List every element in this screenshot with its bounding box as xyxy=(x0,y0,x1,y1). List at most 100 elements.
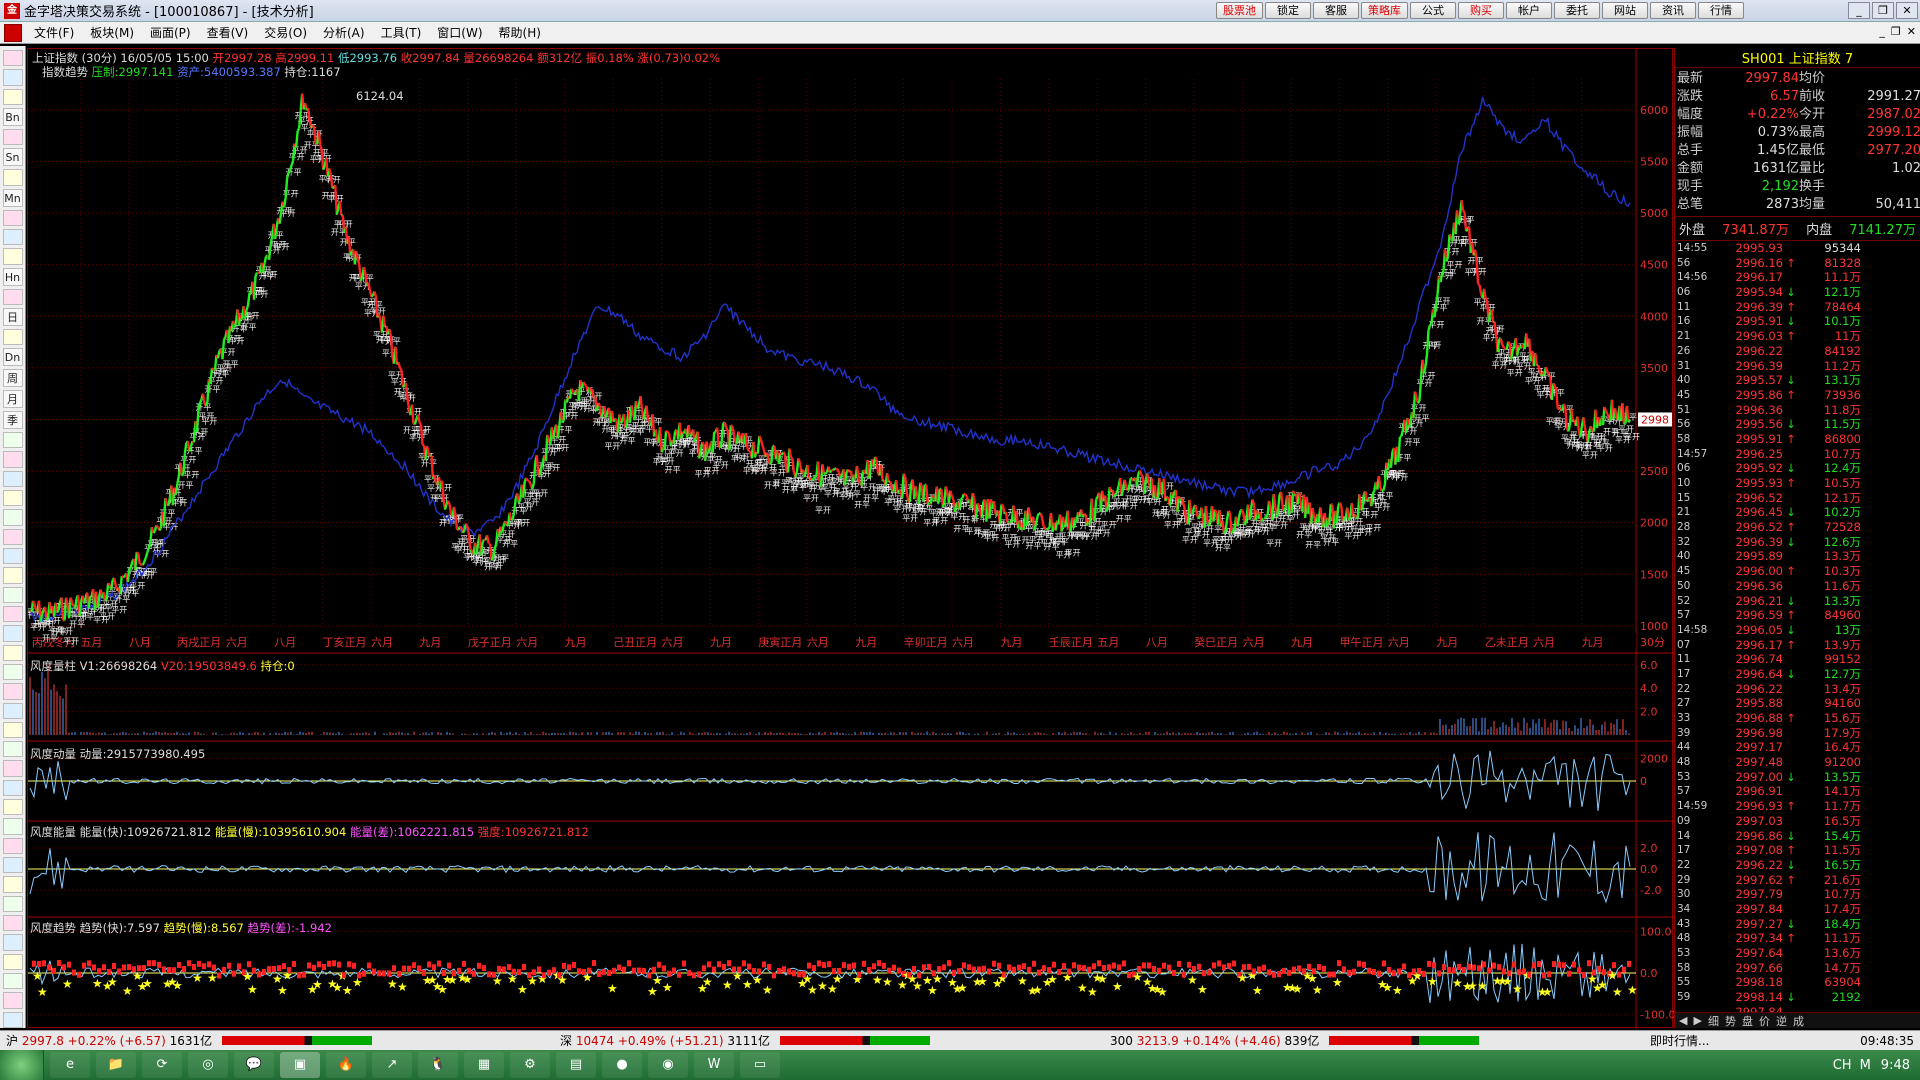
quote-tab-0[interactable]: ◀ xyxy=(1679,1014,1687,1027)
minimize-button[interactable]: _ xyxy=(1848,2,1870,19)
menu-item-2[interactable]: 画面(P) xyxy=(142,24,199,41)
taskbar-app-8[interactable]: 🐧 xyxy=(418,1052,458,1078)
tool-icon-10[interactable] xyxy=(2,248,23,265)
quote-tab-7[interactable]: 成 xyxy=(1793,1013,1804,1029)
tool-icon-43[interactable] xyxy=(2,895,23,912)
menu-item-5[interactable]: 分析(A) xyxy=(315,24,373,41)
tool-icon-35[interactable] xyxy=(2,741,23,758)
menu-item-7[interactable]: 窗口(W) xyxy=(429,24,490,41)
status-hs300[interactable]: 300 3213.9 +0.14% (+4.46) 839亿 xyxy=(1110,1032,1650,1049)
quote-tab-5[interactable]: 价 xyxy=(1759,1013,1770,1029)
tool-icon-44[interactable] xyxy=(2,914,23,932)
taskbar-app-15[interactable]: ▭ xyxy=(740,1052,780,1078)
tool-icon-8[interactable] xyxy=(2,209,23,226)
taskbar-app-14[interactable]: W xyxy=(694,1052,734,1078)
tool-icon-37[interactable] xyxy=(2,779,23,797)
tool-icon-24[interactable] xyxy=(2,528,23,545)
start-button[interactable] xyxy=(0,1050,44,1080)
tool-icon-28[interactable] xyxy=(2,605,23,623)
period-button-0[interactable]: Bn xyxy=(2,107,23,126)
tool-icon-23[interactable] xyxy=(2,509,23,526)
tool-icon-26[interactable] xyxy=(2,567,23,584)
taskbar-app-1[interactable]: 📁 xyxy=(96,1052,136,1078)
tool-icon-45[interactable] xyxy=(2,934,23,951)
tool-icon-32[interactable] xyxy=(2,683,23,700)
tool-icon-20[interactable] xyxy=(2,451,23,468)
tool-icon-36[interactable] xyxy=(2,760,23,777)
tool-icon-41[interactable] xyxy=(2,857,23,874)
menu-item-6[interactable]: 工具(T) xyxy=(373,24,430,41)
toolbar-button-5[interactable]: 购买 xyxy=(1458,2,1504,19)
taskbar-app-7[interactable]: ↗ xyxy=(372,1052,412,1078)
menu-item-1[interactable]: 板块(M) xyxy=(82,24,142,41)
taskbar-app-3[interactable]: ◎ xyxy=(188,1052,228,1078)
tool-icon-0[interactable] xyxy=(2,50,23,67)
tool-icon-42[interactable] xyxy=(2,876,23,893)
quote-tab-3[interactable]: 势 xyxy=(1725,1013,1736,1029)
period-button-5[interactable]: Dn xyxy=(2,348,23,367)
tool-icon-48[interactable] xyxy=(2,992,23,1009)
tool-icon-9[interactable] xyxy=(2,228,23,246)
toolbar-button-4[interactable]: 公式 xyxy=(1410,2,1456,19)
tool-icon-47[interactable] xyxy=(2,972,23,990)
tool-icon-39[interactable] xyxy=(2,818,23,835)
tool-icon-25[interactable] xyxy=(2,548,23,565)
toolbar-button-6[interactable]: 帐户 xyxy=(1506,2,1552,19)
tool-icon-38[interactable] xyxy=(2,799,23,816)
tool-icon-4[interactable] xyxy=(2,128,23,146)
tool-icon-34[interactable] xyxy=(2,721,23,739)
mdi-close-button[interactable]: ✕ xyxy=(1907,25,1916,38)
tool-icon-22[interactable] xyxy=(2,490,23,507)
tool-icon-12[interactable] xyxy=(2,288,23,305)
taskbar-app-6[interactable]: 🔥 xyxy=(326,1052,366,1078)
toolbar-button-0[interactable]: 股票池 xyxy=(1216,2,1263,19)
quote-tab-4[interactable]: 盘 xyxy=(1742,1013,1753,1029)
quote-tab-2[interactable]: 细 xyxy=(1708,1013,1719,1029)
status-right-text[interactable]: 即时行情... xyxy=(1650,1032,1760,1049)
tool-icon-21[interactable] xyxy=(2,470,23,488)
taskbar-app-9[interactable]: ▦ xyxy=(464,1052,504,1078)
tool-icon-40[interactable] xyxy=(2,837,23,854)
toolbar-button-10[interactable]: 行情 xyxy=(1698,2,1744,19)
status-sh[interactable]: 沪 2997.8 +0.22% (+6.57) 1631亿 xyxy=(0,1032,560,1049)
mdi-restore-button[interactable]: ❐ xyxy=(1891,25,1901,38)
taskbar-app-2[interactable]: ⟳ xyxy=(142,1052,182,1078)
tool-icon-29[interactable] xyxy=(2,625,23,642)
tool-icon-1[interactable] xyxy=(2,69,23,86)
tool-icon-6[interactable] xyxy=(2,169,23,186)
toolbar-button-1[interactable]: 锁定 xyxy=(1265,2,1311,19)
taskbar-app-10[interactable]: ⚙ xyxy=(510,1052,550,1078)
toolbar-button-9[interactable]: 资讯 xyxy=(1650,2,1696,19)
tool-icon-14[interactable] xyxy=(2,328,23,346)
tool-icon-30[interactable] xyxy=(2,644,23,661)
period-button-7[interactable]: 月 xyxy=(2,390,23,409)
period-button-2[interactable]: Mn xyxy=(2,188,23,207)
tool-icon-2[interactable] xyxy=(2,88,23,105)
tick-list[interactable]: 14:55 2995.93 95344 56 2996.16 ↑ 81328 14:56 299… xyxy=(1675,241,1920,1019)
menu-item-8[interactable]: 帮助(H) xyxy=(491,24,549,41)
period-button-4[interactable]: 日 xyxy=(2,307,23,326)
toolbar-button-2[interactable]: 客服 xyxy=(1313,2,1359,19)
mdi-minimize-button[interactable]: _ xyxy=(1879,25,1885,38)
period-button-3[interactable]: Hn xyxy=(2,267,23,286)
chart-area[interactable]: 1000150020002500300035004000450050005500… xyxy=(27,48,1674,1029)
period-button-8[interactable]: 季 xyxy=(2,411,23,430)
tool-icon-31[interactable] xyxy=(2,663,23,681)
tool-icon-49[interactable] xyxy=(2,1011,23,1028)
tool-icon-46[interactable] xyxy=(2,953,23,970)
close-button[interactable]: ✕ xyxy=(1896,2,1918,19)
period-button-1[interactable]: Sn xyxy=(2,148,23,167)
menu-item-4[interactable]: 交易(O) xyxy=(256,24,315,41)
tool-icon-33[interactable] xyxy=(2,702,23,719)
period-button-6[interactable]: 周 xyxy=(2,369,23,388)
menu-item-3[interactable]: 查看(V) xyxy=(199,24,257,41)
taskbar-app-5[interactable]: ▣ xyxy=(280,1052,320,1078)
menu-item-0[interactable]: 文件(F) xyxy=(26,24,82,41)
tool-icon-19[interactable] xyxy=(2,432,23,449)
taskbar-app-11[interactable]: ▤ xyxy=(556,1052,596,1078)
tool-icon-27[interactable] xyxy=(2,586,23,603)
taskbar-app-0[interactable]: e xyxy=(50,1052,90,1078)
toolbar-button-3[interactable]: 策略库 xyxy=(1361,2,1408,19)
quote-tab-1[interactable]: ▶ xyxy=(1693,1014,1701,1027)
maximize-button[interactable]: ❐ xyxy=(1872,2,1894,19)
